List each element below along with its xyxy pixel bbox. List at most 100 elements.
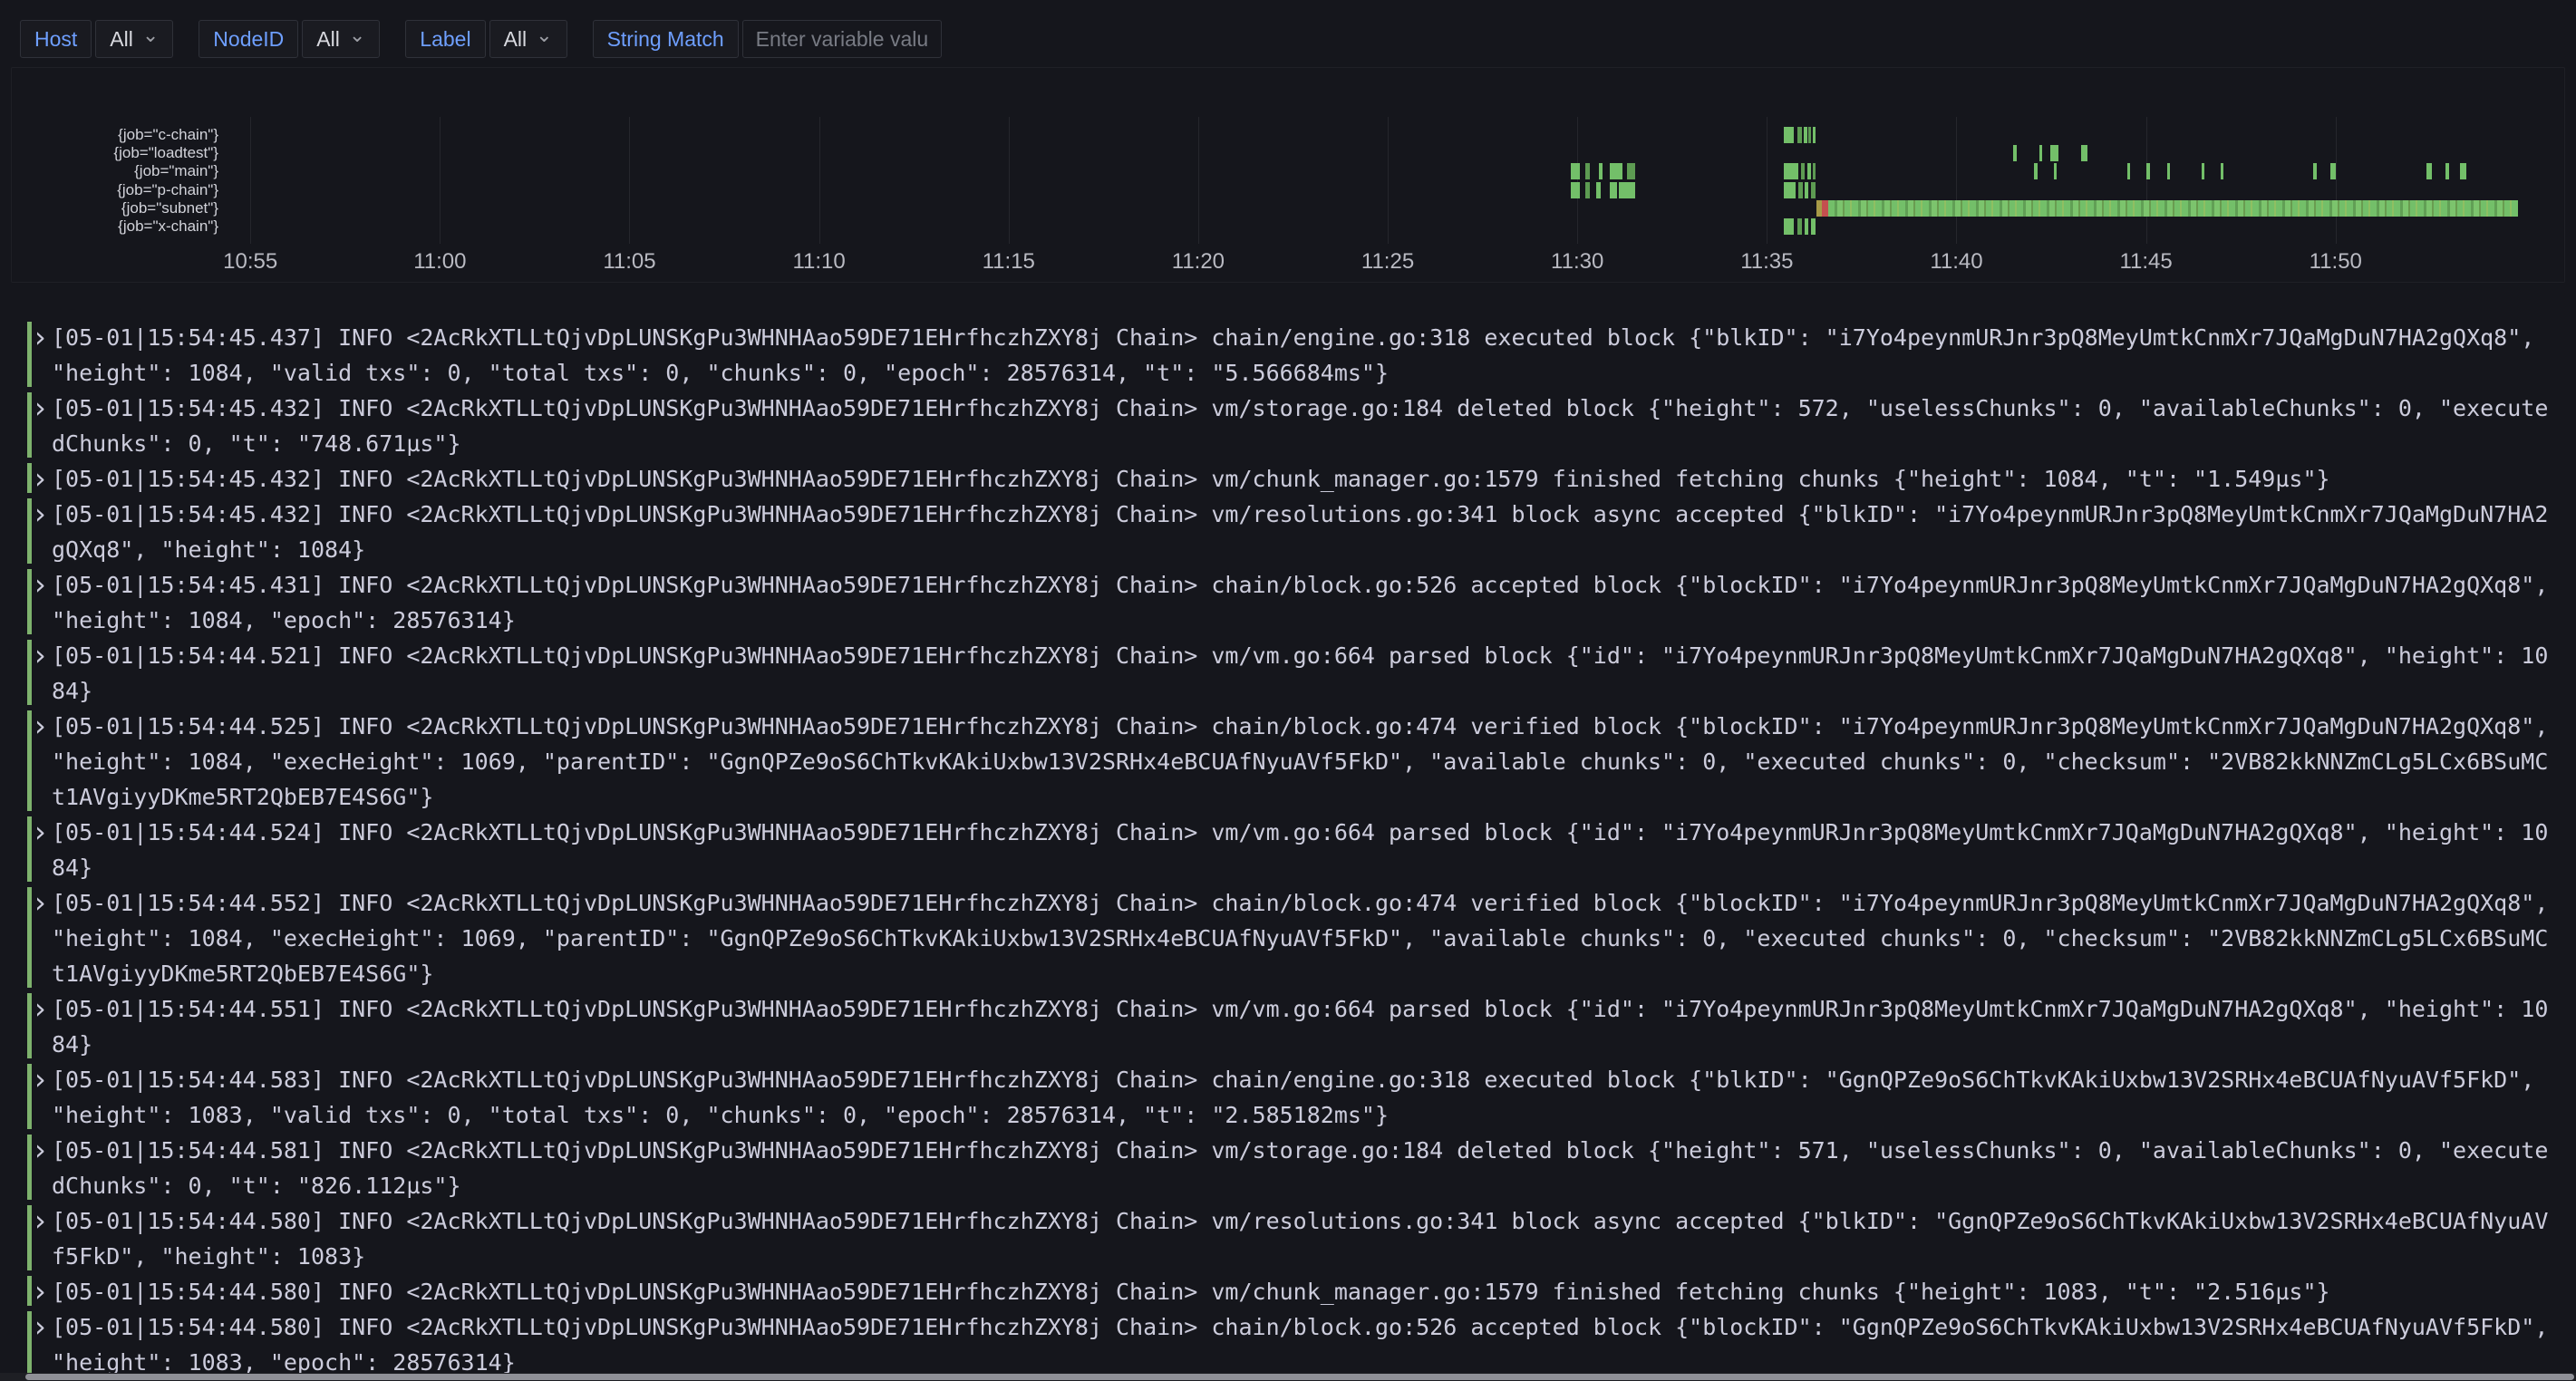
log-volume-bar-segment [2039,145,2042,161]
series-row [226,162,2548,180]
log-row[interactable]: ›[05-01|15:54:45.431] INFO <2AcRkXTLLtQj… [27,567,2576,638]
nodeid-filter-label: NodeID [199,20,298,58]
legend-label: {job="loadtest"} [12,144,218,162]
legend-label: {job="main"} [12,162,218,180]
label-filter-label: Label [405,20,485,58]
log-list: ›[05-01|15:54:45.437] INFO <2AcRkXTLLtQj… [0,320,2576,1380]
series-row [226,144,2548,162]
log-text: [05-01|15:54:44.524] INFO <2AcRkXTLLtQjv… [52,815,2550,885]
log-volume-bar-segment [2034,163,2037,179]
series-row [226,217,2548,236]
horizontal-scrollbar-thumb[interactable] [25,1374,2574,1380]
log-volume-bar-segment [1784,182,1796,198]
chart-legend: {job="c-chain"}{job="loadtest"}{job="mai… [12,126,218,236]
log-volume-bar-segment [2445,163,2449,179]
nodeid-filter-dropdown[interactable]: All ⌄ [302,20,380,58]
log-volume-bar-segment [2146,163,2150,179]
nodeid-filter-value: All [316,27,340,52]
label-filter-dropdown[interactable]: All ⌄ [489,20,567,58]
log-volume-bar-segment [1610,182,1617,198]
log-text: [05-01|15:54:45.432] INFO <2AcRkXTLLtQjv… [52,497,2550,567]
log-volume-bar-segment [1805,218,1808,235]
log-volume-bar-segment [1816,200,1822,217]
log-volume-bar-segment [1811,218,1816,235]
host-filter-dropdown[interactable]: All ⌄ [95,20,173,58]
series-row [226,126,2548,144]
label-filter-value: All [504,27,528,52]
log-row[interactable]: ›[05-01|15:54:45.437] INFO <2AcRkXTLLtQj… [27,320,2576,391]
log-expand-icon[interactable]: › [34,497,46,532]
log-text: [05-01|15:54:44.580] INFO <2AcRkXTLLtQjv… [52,1274,2550,1309]
log-text: [05-01|15:54:44.580] INFO <2AcRkXTLLtQjv… [52,1309,2550,1380]
log-volume-bar-segment [1619,182,1635,198]
log-text: [05-01|15:54:45.432] INFO <2AcRkXTLLtQjv… [52,391,2550,461]
log-row[interactable]: ›[05-01|15:54:44.580] INFO <2AcRkXTLLtQj… [27,1274,2576,1309]
log-volume-bar-segment [2081,145,2087,161]
log-row[interactable]: ›[05-01|15:54:44.524] INFO <2AcRkXTLLtQj… [27,815,2576,885]
log-expand-icon[interactable]: › [34,1203,46,1239]
log-volume-bar-segment [1807,163,1811,179]
time-tick-label: 11:30 [1551,249,1603,275]
log-text: [05-01|15:54:44.551] INFO <2AcRkXTLLtQjv… [52,991,2550,1062]
log-expand-icon[interactable]: › [34,885,46,921]
log-volume-bar-segment [1585,163,1590,179]
string-match-input[interactable] [742,20,942,58]
log-expand-icon[interactable]: › [34,1274,46,1309]
log-text: [05-01|15:54:44.552] INFO <2AcRkXTLLtQjv… [52,885,2550,991]
log-volume-bar-segment [1813,127,1816,143]
log-row[interactable]: ›[05-01|15:54:45.432] INFO <2AcRkXTLLtQj… [27,497,2576,567]
log-volume-timeline-panel: {job="c-chain"}{job="loadtest"}{job="mai… [11,67,2565,283]
log-row[interactable]: ›[05-01|15:54:44.581] INFO <2AcRkXTLLtQj… [27,1133,2576,1203]
log-row[interactable]: ›[05-01|15:54:44.580] INFO <2AcRkXTLLtQj… [27,1309,2576,1380]
host-filter-label: Host [20,20,92,58]
log-volume-bar-segment [2313,163,2317,179]
log-expand-icon[interactable]: › [34,991,46,1027]
log-volume-bar-segment [2426,163,2432,179]
host-filter-value: All [110,27,133,52]
time-tick-label: 11:35 [1740,249,1793,275]
chevron-down-icon: ⌄ [142,24,159,47]
log-row[interactable]: ›[05-01|15:54:44.580] INFO <2AcRkXTLLtQj… [27,1203,2576,1274]
log-expand-icon[interactable]: › [34,1062,46,1097]
log-row[interactable]: ›[05-01|15:54:44.551] INFO <2AcRkXTLLtQj… [27,991,2576,1062]
log-volume-bar-segment [1805,182,1808,198]
log-row[interactable]: ›[05-01|15:54:44.521] INFO <2AcRkXTLLtQj… [27,638,2576,709]
log-expand-icon[interactable]: › [34,815,46,850]
time-tick-label: 11:05 [603,249,655,275]
time-tick-label: 11:45 [2119,249,2172,275]
log-expand-icon[interactable]: › [34,1133,46,1168]
log-volume-bar-segment [2330,163,2336,179]
log-row[interactable]: ›[05-01|15:54:45.432] INFO <2AcRkXTLLtQj… [27,461,2576,497]
log-expand-icon[interactable]: › [34,461,46,497]
time-tick-label: 10:55 [223,249,277,275]
log-volume-bar-segment [1801,163,1805,179]
log-row[interactable]: ›[05-01|15:54:44.525] INFO <2AcRkXTLLtQj… [27,709,2576,815]
log-volume-bar-segment [1585,182,1590,198]
log-volume-bar-segment [1571,182,1580,198]
log-volume-bar-segment [2221,163,2223,179]
log-volume-bar-segment [1797,218,1802,235]
log-volume-bar-segment [1784,127,1794,143]
log-row[interactable]: ›[05-01|15:54:44.583] INFO <2AcRkXTLLtQj… [27,1062,2576,1133]
log-expand-icon[interactable]: › [34,638,46,673]
log-text: [05-01|15:54:45.431] INFO <2AcRkXTLLtQjv… [52,567,2550,638]
horizontal-scrollbar-track [0,1373,2576,1381]
log-text: [05-01|15:54:44.525] INFO <2AcRkXTLLtQjv… [52,709,2550,815]
time-tick-label: 11:50 [2310,249,2362,275]
log-text: [05-01|15:54:44.521] INFO <2AcRkXTLLtQjv… [52,638,2550,709]
log-volume-bar-segment [1798,182,1803,198]
log-expand-icon[interactable]: › [34,320,46,355]
legend-label: {job="p-chain"} [12,181,218,199]
log-volume-bar-segment [1571,163,1580,179]
log-text: [05-01|15:54:44.580] INFO <2AcRkXTLLtQjv… [52,1203,2550,1274]
log-row[interactable]: ›[05-01|15:54:45.432] INFO <2AcRkXTLLtQj… [27,391,2576,461]
log-row[interactable]: ›[05-01|15:54:44.552] INFO <2AcRkXTLLtQj… [27,885,2576,991]
log-expand-icon[interactable]: › [34,1309,46,1345]
log-expand-icon[interactable]: › [34,709,46,744]
log-expand-icon[interactable]: › [34,391,46,426]
log-volume-bar-segment [1596,182,1601,198]
log-volume-bar-segment [2202,163,2204,179]
log-text: [05-01|15:54:45.432] INFO <2AcRkXTLLtQjv… [52,461,2550,497]
log-expand-icon[interactable]: › [34,567,46,603]
log-volume-bar-segment [2013,145,2016,161]
